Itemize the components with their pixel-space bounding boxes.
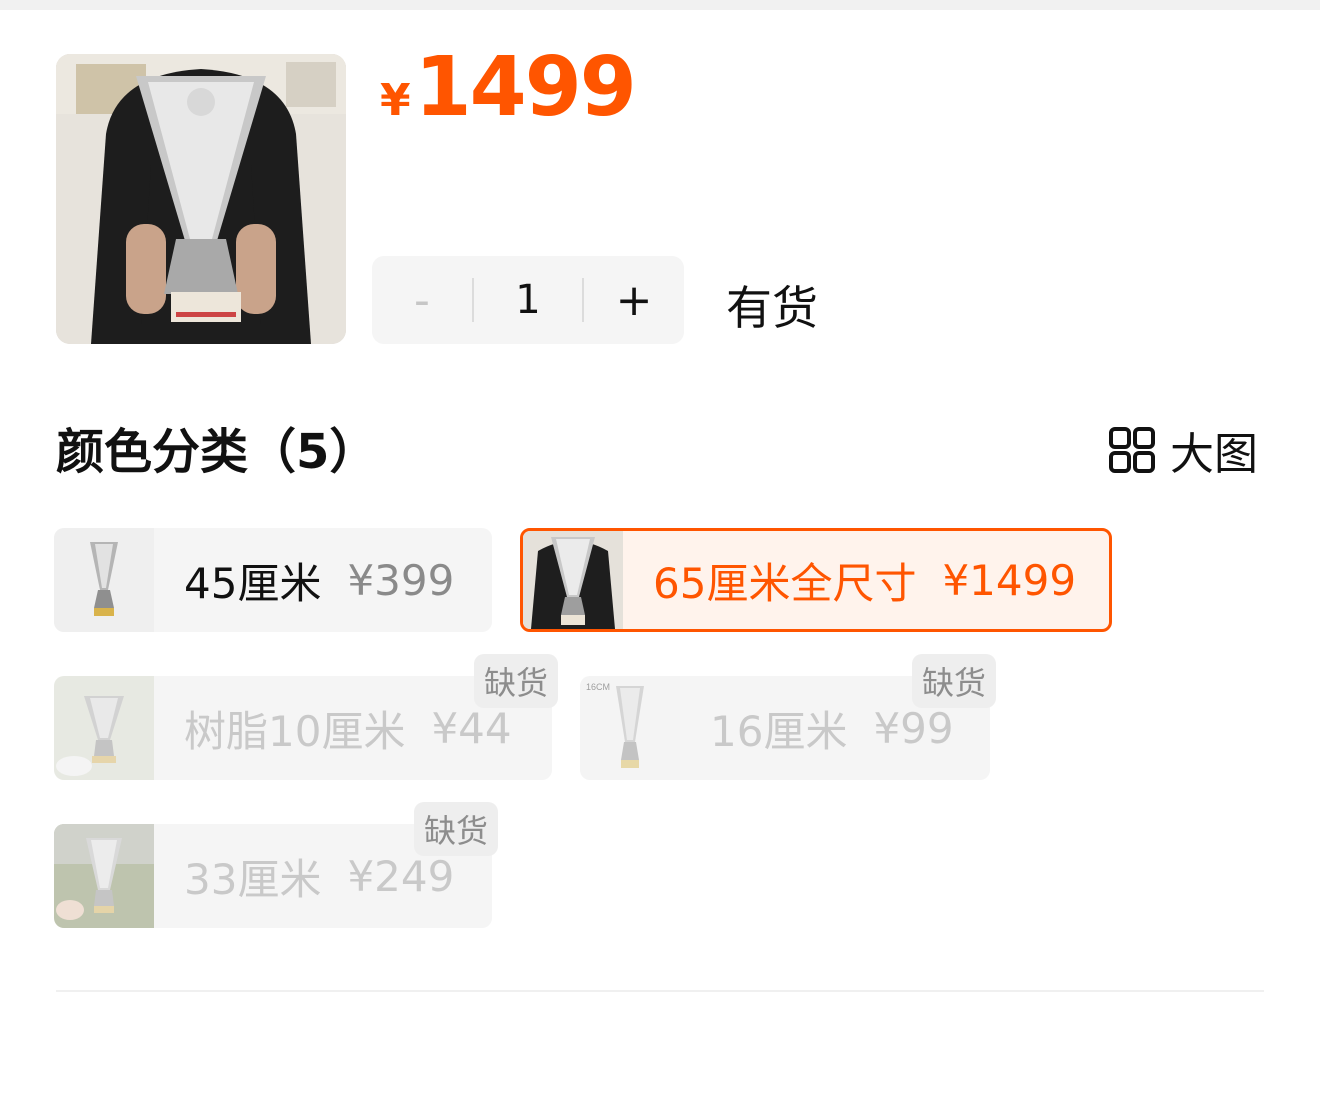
quantity-stepper: - 1 + <box>372 256 684 344</box>
price-value: 1499 <box>414 40 637 135</box>
option-price: ¥249 <box>347 851 455 901</box>
stock-status: 有货 <box>726 281 818 335</box>
decrease-quantity-button[interactable]: - <box>372 256 472 344</box>
trophy-photo-icon <box>54 676 154 780</box>
trophy-photo-icon <box>523 531 623 629</box>
option-thumbnail <box>54 824 154 928</box>
price-currency-symbol: ¥ <box>380 75 411 126</box>
option-price: ¥399 <box>347 555 455 605</box>
thumb-size-label: 16CM <box>586 682 610 692</box>
increase-quantity-button[interactable]: + <box>584 256 684 344</box>
trophy-photo-icon <box>56 54 346 344</box>
grid-icon <box>1109 427 1155 473</box>
option-name: 16厘米 <box>710 706 848 756</box>
top-divider-strip <box>0 0 1320 10</box>
option-name: 45厘米 <box>184 558 322 608</box>
option-name: 树脂10厘米 <box>184 706 406 756</box>
option-price: ¥44 <box>431 703 512 753</box>
trophy-icon <box>54 528 154 632</box>
option-price: ¥1499 <box>942 555 1077 605</box>
option-resin-10cm[interactable]: 树脂10厘米 ¥44 缺货 <box>54 654 558 780</box>
quantity-value[interactable]: 1 <box>474 277 582 323</box>
option-16cm[interactable]: 16CM 16厘米 ¥99 缺货 <box>580 654 996 780</box>
product-price: ¥ 1499 <box>380 40 637 135</box>
color-category-title: 颜色分类（5） <box>56 424 378 480</box>
trophy-photo-icon <box>54 824 154 928</box>
out-of-stock-badge: 缺货 <box>413 802 498 856</box>
big-image-label: 大图 <box>1170 429 1258 480</box>
trophy-icon: 16CM <box>580 676 680 780</box>
option-name: 65厘米全尺寸 <box>653 558 917 608</box>
out-of-stock-badge: 缺货 <box>473 654 558 708</box>
option-45cm[interactable]: 45厘米 ¥399 <box>54 528 492 632</box>
option-65cm-full-size[interactable]: 65厘米全尺寸 ¥1499 <box>520 528 1112 632</box>
out-of-stock-badge: 缺货 <box>911 654 996 708</box>
option-name: 33厘米 <box>184 854 322 904</box>
big-image-toggle[interactable]: 大图 <box>1108 418 1258 482</box>
option-thumbnail <box>54 528 154 632</box>
option-33cm[interactable]: 33厘米 ¥249 缺货 <box>54 802 498 928</box>
option-thumbnail: 16CM <box>580 676 680 780</box>
option-thumbnail <box>54 676 154 780</box>
section-divider <box>56 990 1264 992</box>
option-thumbnail <box>523 531 623 629</box>
product-main-image[interactable] <box>56 54 346 344</box>
option-price: ¥99 <box>873 703 954 753</box>
